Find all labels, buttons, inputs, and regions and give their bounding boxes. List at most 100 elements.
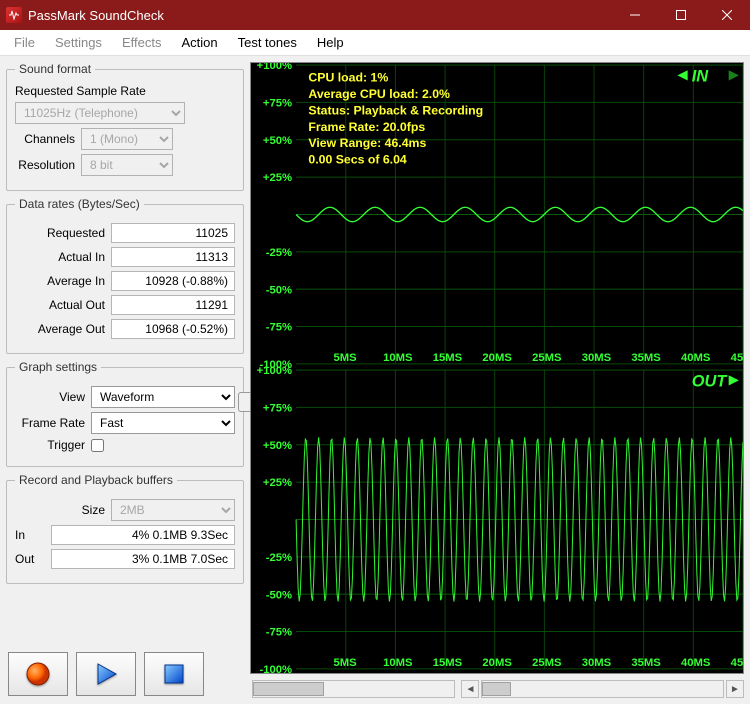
svg-text:OUT: OUT <box>692 372 729 390</box>
sound-format-group: Sound format Requested Sample Rate 11025… <box>6 62 244 191</box>
scope-canvas: +100% +75% +50% +25% -25% -50% -75% -100% 5MS 10M… <box>251 63 743 673</box>
titlebar: PassMark SoundCheck <box>0 0 750 30</box>
out-value: 3% 0.1MB 7.0Sec <box>51 549 235 569</box>
requested-sample-rate-label: Requested Sample Rate <box>15 84 235 98</box>
average-out-value: 10968 (-0.52%) <box>111 319 235 339</box>
menu-action[interactable]: Action <box>171 30 227 55</box>
svg-text:+100%: +100% <box>257 63 292 72</box>
actual-out-value: 11291 <box>111 295 235 315</box>
actual-out-label: Actual Out <box>15 298 105 312</box>
svg-text:45M: 45M <box>731 657 743 669</box>
svg-text:+25%: +25% <box>263 172 292 184</box>
svg-text:0.00 Secs of 6.04: 0.00 Secs of 6.04 <box>308 153 407 167</box>
svg-text:45M: 45M <box>731 352 743 364</box>
channels-label: Channels <box>15 132 75 146</box>
buffers-group: Record and Playback buffers Size 2MB In … <box>6 473 244 584</box>
svg-text:+75%: +75% <box>263 403 292 415</box>
svg-text:30MS: 30MS <box>582 352 612 364</box>
sound-format-legend: Sound format <box>15 62 95 76</box>
minimize-button[interactable] <box>612 0 658 30</box>
svg-text:+50%: +50% <box>263 135 292 147</box>
record-button[interactable] <box>8 652 68 696</box>
in-label: In <box>15 528 45 542</box>
svg-text:10MS: 10MS <box>383 657 413 669</box>
svg-text:-25%: -25% <box>266 247 292 259</box>
size-label: Size <box>15 503 105 517</box>
svg-text:20MS: 20MS <box>482 657 512 669</box>
frame-rate-select[interactable]: Fast <box>91 412 235 434</box>
average-in-value: 10928 (-0.88%) <box>111 271 235 291</box>
svg-text:-50%: -50% <box>266 284 292 296</box>
average-in-label: Average In <box>15 274 105 288</box>
graph-settings-group: Graph settings View Waveform Frame Rate … <box>6 360 244 467</box>
right-panel: +100% +75% +50% +25% -25% -50% -75% -100% 5MS 10M… <box>250 62 744 698</box>
menu-help[interactable]: Help <box>307 30 354 55</box>
out-label: Out <box>15 552 45 566</box>
in-value: 4% 0.1MB 9.3Sec <box>51 525 235 545</box>
svg-text:10MS: 10MS <box>383 352 413 364</box>
svg-text:+25%: +25% <box>263 477 292 489</box>
data-rates-group: Data rates (Bytes/Sec) Requested 11025 A… <box>6 197 244 354</box>
scope-scrollbar-left[interactable] <box>250 680 457 698</box>
svg-text:20MS: 20MS <box>482 352 512 364</box>
svg-text:5MS: 5MS <box>333 352 357 364</box>
data-rates-legend: Data rates (Bytes/Sec) <box>15 197 144 211</box>
maximize-button[interactable] <box>658 0 704 30</box>
menu-file[interactable]: File <box>4 30 45 55</box>
scroll-right-icon[interactable]: ► <box>726 680 744 698</box>
svg-text:5MS: 5MS <box>333 657 357 669</box>
svg-text:Status: Playback & Recording: Status: Playback & Recording <box>308 103 483 117</box>
svg-text:30MS: 30MS <box>582 657 612 669</box>
svg-text:+75%: +75% <box>263 98 292 110</box>
menu-settings[interactable]: Settings <box>45 30 112 55</box>
splitter-handle[interactable] <box>238 392 250 412</box>
scroll-left-icon[interactable]: ◄ <box>461 680 479 698</box>
transport-buttons <box>6 650 244 698</box>
trigger-checkbox[interactable] <box>91 439 104 452</box>
view-label: View <box>15 390 85 404</box>
resolution-label: Resolution <box>15 158 75 172</box>
close-button[interactable] <box>704 0 750 30</box>
frame-rate-label: Frame Rate <box>15 416 85 430</box>
svg-text:Frame Rate: 20.0fps: Frame Rate: 20.0fps <box>308 120 425 134</box>
menu-test-tones[interactable]: Test tones <box>228 30 307 55</box>
svg-text:View Range: 46.4ms: View Range: 46.4ms <box>308 136 426 150</box>
svg-text:-25%: -25% <box>266 552 292 564</box>
svg-text:Average CPU load: 2.0%: Average CPU load: 2.0% <box>308 87 450 101</box>
svg-text:15MS: 15MS <box>433 657 463 669</box>
svg-text:35MS: 35MS <box>631 657 661 669</box>
window-title: PassMark SoundCheck <box>28 8 612 23</box>
requested-value: 11025 <box>111 223 235 243</box>
svg-text:40MS: 40MS <box>681 352 711 364</box>
actual-in-label: Actual In <box>15 250 105 264</box>
stop-button[interactable] <box>144 652 204 696</box>
trigger-label: Trigger <box>15 438 85 452</box>
scope-scrollbar-right[interactable]: ◄ ► <box>461 680 744 698</box>
requested-sample-rate-select[interactable]: 11025Hz (Telephone) <box>15 102 185 124</box>
menubar: File Settings Effects Action Test tones … <box>0 30 750 56</box>
buffers-legend: Record and Playback buffers <box>15 473 177 487</box>
requested-label: Requested <box>15 226 105 240</box>
oscilloscope: +100% +75% +50% +25% -25% -50% -75% -100% 5MS 10M… <box>250 62 744 674</box>
actual-in-value: 11313 <box>111 247 235 267</box>
size-select[interactable]: 2MB <box>111 499 235 521</box>
resolution-select[interactable]: 8 bit <box>81 154 173 176</box>
svg-text:25MS: 25MS <box>532 657 562 669</box>
app-icon <box>6 7 22 23</box>
channels-select[interactable]: 1 (Mono) <box>81 128 173 150</box>
svg-text:CPU load: 1%: CPU load: 1% <box>308 70 388 84</box>
svg-text:15MS: 15MS <box>433 352 463 364</box>
view-select[interactable]: Waveform <box>91 386 235 408</box>
left-panel: Sound format Requested Sample Rate 11025… <box>6 62 244 698</box>
play-button[interactable] <box>76 652 136 696</box>
svg-text:25MS: 25MS <box>532 352 562 364</box>
graph-settings-legend: Graph settings <box>15 360 101 374</box>
menu-effects[interactable]: Effects <box>112 30 172 55</box>
svg-text:+100%: +100% <box>257 365 292 377</box>
svg-text:IN: IN <box>692 67 710 85</box>
average-out-label: Average Out <box>15 322 105 336</box>
svg-text:-100%: -100% <box>259 664 292 673</box>
svg-text:-75%: -75% <box>266 627 292 639</box>
svg-text:-50%: -50% <box>266 589 292 601</box>
svg-text:35MS: 35MS <box>631 352 661 364</box>
